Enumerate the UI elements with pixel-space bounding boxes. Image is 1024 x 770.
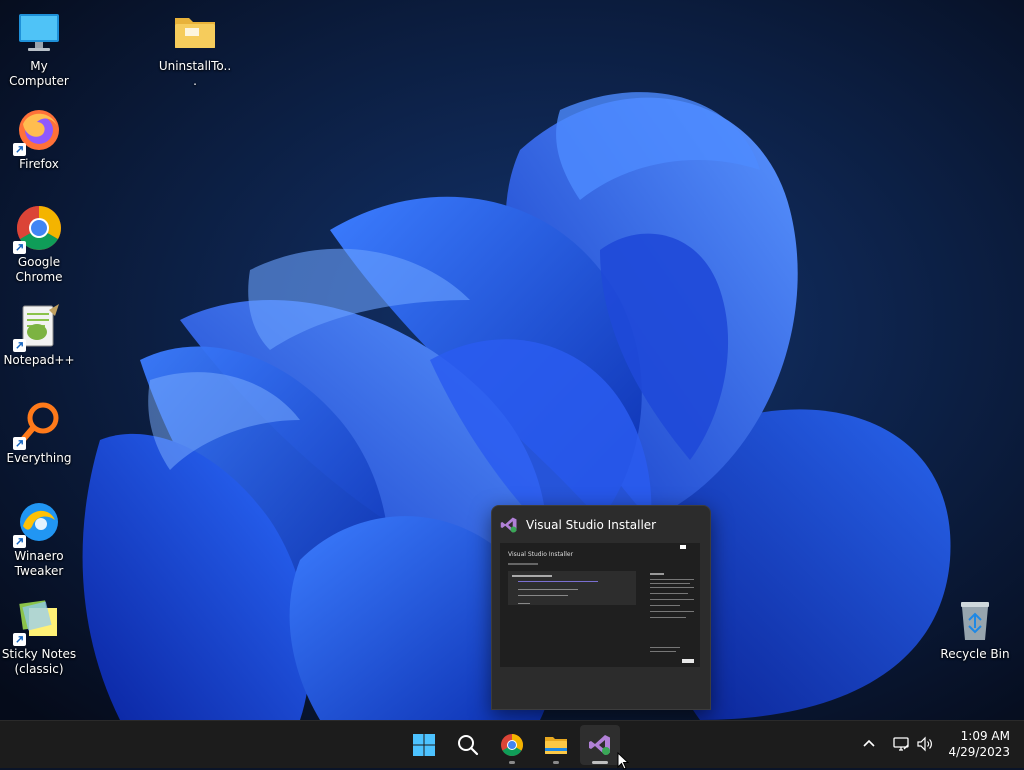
running-indicator [509,761,515,764]
mouse-cursor-icon [617,752,629,770]
monitor-icon [15,8,63,56]
active-window-indicator [592,761,608,764]
shortcut-arrow-icon [13,143,26,156]
start-button[interactable] [404,725,444,765]
clock-time: 1:09 AM [960,729,1010,743]
sticky-notes-icon [13,596,63,646]
desktop-icon-label: Everything [6,451,72,465]
desktop-icon-label: My Computer [9,59,69,88]
desktop-icon-recycle-bin[interactable]: Recycle Bin [937,596,1013,662]
visual-studio-icon [500,517,517,532]
running-indicator [553,761,559,764]
shortcut-arrow-icon [13,339,26,352]
installer-window-miniature: Visual Studio Installer [500,543,700,667]
shortcut-arrow-icon [13,633,26,646]
windows-logo-icon [413,734,435,756]
shortcut-arrow-icon [13,535,26,548]
desktop-icon-firefox[interactable]: Firefox [1,106,77,172]
desktop-icon-label: UninstallTo... [158,59,232,88]
desktop-icon-label: Recycle Bin [940,647,1010,661]
desktop-icon-notepad-plus-plus[interactable]: Notepad++ [1,302,77,368]
everything-icon [13,400,63,450]
clock[interactable]: 1:09 AM 4/29/2023 [940,728,1010,760]
chrome-icon [13,204,63,254]
clock-date: 4/29/2023 [948,745,1010,759]
desktop-icon-everything[interactable]: Everything [1,400,77,466]
search-icon [458,735,479,756]
preview-title: Visual Studio Installer [526,517,657,532]
chevron-up-icon [863,739,875,747]
network-icon [893,737,909,751]
shortcut-arrow-icon [13,241,26,254]
desktop-icon-label: Google Chrome [15,255,63,284]
firefox-icon [13,106,63,156]
desktop-icon-label: Winaero Tweaker [14,549,64,578]
thumbnail-heading: Visual Studio Installer [508,551,574,558]
volume-icon [917,736,932,752]
search-button[interactable] [448,725,488,765]
shortcut-arrow-icon [13,437,26,450]
chrome-icon [501,734,523,756]
desktop-icon-label: Firefox [19,157,59,171]
taskbar: 1:09 AM 4/29/2023 [0,720,1024,768]
file-explorer-taskbar-button[interactable] [536,725,576,765]
desktop-icon-my-computer[interactable]: My Computer [1,8,77,89]
folder-icon [545,737,567,754]
visual-studio-icon [589,735,610,755]
desktop-icon-sticky-notes[interactable]: Sticky Notes (classic) [1,596,77,677]
desktop-icon-label: Notepad++ [3,353,75,367]
folder-icon [171,8,219,56]
desktop-icon-google-chrome[interactable]: Google Chrome [1,204,77,285]
taskbar-thumbnail-preview[interactable]: Visual Studio Installer Visual Studio In… [491,505,711,710]
desktop-icon-winaero-tweaker[interactable]: Winaero Tweaker [1,498,77,579]
desktop-icon-label: Sticky Notes (classic) [1,647,77,676]
preview-thumbnail: Visual Studio Installer [500,543,700,667]
chrome-taskbar-button[interactable] [492,725,532,765]
winaero-icon [13,498,63,548]
notepadpp-icon [13,302,63,352]
show-hidden-icons-button[interactable] [860,735,878,753]
preview-title-bar[interactable]: Visual Studio Installer [492,506,710,543]
volume-button[interactable] [916,735,934,753]
visual-studio-installer-taskbar-button[interactable] [580,725,620,765]
recycle-bin-icon [951,596,999,644]
desktop-icon-uninstallto[interactable]: UninstallTo... [157,8,233,89]
network-status-button[interactable] [892,735,910,753]
